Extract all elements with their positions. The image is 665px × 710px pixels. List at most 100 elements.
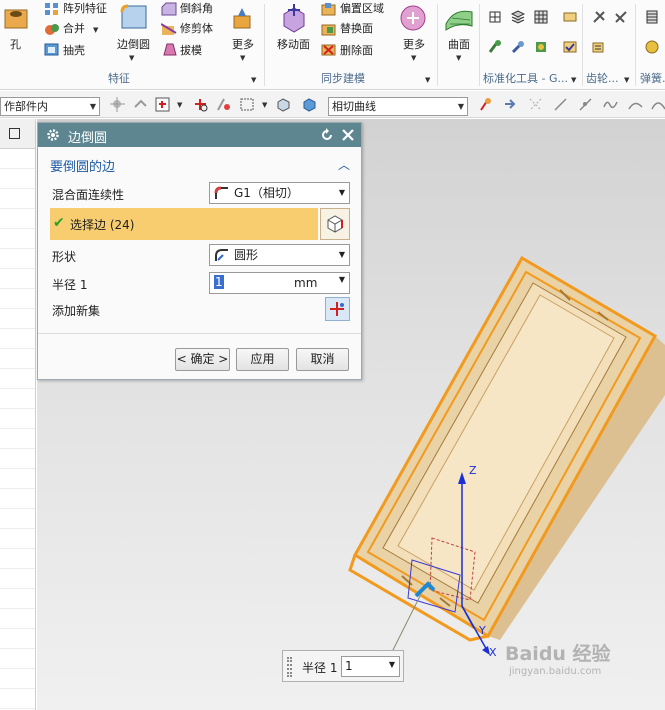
gear-tool-icon[interactable] <box>592 10 606 24</box>
line-point-icon[interactable] <box>578 97 593 112</box>
list-item[interactable] <box>0 389 35 409</box>
list-item[interactable] <box>0 509 35 529</box>
add-set-button[interactable] <box>325 297 350 321</box>
chamfer-label[interactable]: 倒斜角 <box>180 2 213 16</box>
std-layer-icon[interactable] <box>510 10 526 24</box>
list-item[interactable] <box>0 589 35 609</box>
list-item[interactable] <box>0 489 35 509</box>
list-item[interactable] <box>0 569 35 589</box>
edge-blend-icon[interactable] <box>118 2 152 34</box>
shape-dropdown[interactable]: 圆形 ▼ <box>209 244 350 266</box>
curve-icon[interactable] <box>603 97 618 112</box>
std-tool-icon[interactable] <box>511 40 525 54</box>
list-item[interactable] <box>0 409 35 429</box>
sync-more-icon[interactable] <box>398 4 428 32</box>
list-item[interactable] <box>0 689 35 709</box>
feature-more-dropdown-icon[interactable]: ▼ <box>240 54 245 62</box>
pattern-feature-label[interactable]: 阵列特征 <box>63 2 107 16</box>
spring-coil-icon[interactable] <box>645 40 659 54</box>
spline-icon[interactable] <box>628 97 643 112</box>
cancel-button[interactable]: 取消 <box>296 348 349 371</box>
offset-region-label[interactable]: 偏置区域 <box>340 2 384 16</box>
list-item[interactable] <box>0 169 35 189</box>
surface-label[interactable]: 曲面 <box>448 38 470 52</box>
chamfer-icon[interactable] <box>161 2 177 16</box>
apply-button[interactable]: 应用 <box>236 348 289 371</box>
list-item[interactable] <box>0 549 35 569</box>
ok-button[interactable]: < 确定 > <box>175 348 230 371</box>
box-select-dropdown-icon[interactable]: ▼ <box>262 101 267 109</box>
curve-rule-dropdown[interactable]: 相切曲线 ▼ <box>328 97 468 116</box>
surface-dropdown-icon[interactable]: ▼ <box>456 54 461 62</box>
dialog-titlebar[interactable]: 边倒圆 <box>38 123 361 147</box>
std-note-icon[interactable] <box>563 10 577 24</box>
trim-body-icon[interactable] <box>160 22 177 36</box>
unite-dropdown-icon[interactable]: ▼ <box>93 26 98 34</box>
move-face-icon[interactable] <box>278 2 310 34</box>
chevron-down-icon[interactable]: ▼ <box>339 275 345 284</box>
sync-more-dropdown-icon[interactable]: ▼ <box>411 54 416 62</box>
edge-blend-dropdown-icon[interactable]: ▼ <box>129 54 134 62</box>
curve-select-icon[interactable] <box>479 97 494 112</box>
gear-icon[interactable] <box>46 128 60 142</box>
radius-float-input[interactable]: 1 ▼ <box>341 656 400 677</box>
offset-region-icon[interactable] <box>321 2 337 16</box>
intersect-icon[interactable] <box>528 97 543 112</box>
std-fastener-icon[interactable] <box>534 40 548 54</box>
radius-input[interactable]: 1 mm ▼ <box>209 272 350 294</box>
gear-display-icon[interactable] <box>592 40 606 54</box>
std-tools-expand-icon[interactable]: ▼ <box>571 76 576 84</box>
list-item[interactable] <box>0 149 35 169</box>
std-check-icon[interactable] <box>563 40 577 54</box>
move-face-label[interactable]: 移动面 <box>277 38 310 52</box>
shell-label[interactable]: 抽壳 <box>63 44 85 58</box>
selection-scope-dropdown[interactable]: 作部件内 ▼ <box>0 97 100 116</box>
list-item[interactable] <box>0 449 35 469</box>
select-point-icon[interactable] <box>216 97 231 112</box>
gear-edit-icon[interactable] <box>614 10 628 24</box>
list-item[interactable] <box>0 229 35 249</box>
list-item[interactable] <box>0 609 35 629</box>
std-bolt-icon[interactable] <box>488 40 502 54</box>
list-item[interactable] <box>0 429 35 449</box>
replace-face-icon[interactable] <box>321 22 337 36</box>
shell-icon[interactable] <box>44 42 60 56</box>
radius-float-panel[interactable]: 半径 1 1 ▼ <box>282 650 404 682</box>
spring-icon[interactable] <box>645 10 659 24</box>
edge-blend-label[interactable]: 边倒圆 <box>117 38 150 52</box>
feature-more-icon[interactable] <box>228 4 258 32</box>
replace-face-label[interactable]: 替换面 <box>340 22 373 36</box>
list-item[interactable] <box>0 329 35 349</box>
close-icon[interactable] <box>341 128 355 142</box>
body-face-icon[interactable] <box>302 97 317 112</box>
hole-label[interactable]: 孔 <box>10 38 21 52</box>
list-item[interactable] <box>0 209 35 229</box>
drag-handle-icon[interactable] <box>287 657 292 677</box>
list-item[interactable] <box>0 669 35 689</box>
unite-icon[interactable] <box>44 22 60 36</box>
filter-icon[interactable] <box>155 97 170 112</box>
part-navigator[interactable] <box>0 119 36 710</box>
line-icon[interactable] <box>553 97 568 112</box>
unite-label[interactable]: 合并 <box>63 22 85 36</box>
draft-icon[interactable] <box>161 42 177 56</box>
list-item[interactable] <box>0 649 35 669</box>
feature-group-expand-icon[interactable]: ▼ <box>251 76 256 84</box>
continuity-dropdown[interactable]: G1（相切） ▼ <box>209 182 350 204</box>
select-edge-button[interactable] <box>320 208 350 240</box>
box-select-icon[interactable] <box>240 97 255 112</box>
list-item[interactable] <box>0 189 35 209</box>
sync-more-label[interactable]: 更多 <box>403 38 425 52</box>
delete-face-label[interactable]: 删除面 <box>340 44 373 58</box>
std-part-icon[interactable] <box>488 10 502 24</box>
trim-body-label[interactable]: 修剪体 <box>180 22 213 36</box>
select-edge-row[interactable]: ✔ 选择边 (24) <box>50 208 318 240</box>
arrow-right-icon[interactable] <box>503 97 518 112</box>
section-edges-title[interactable]: 要倒圆的边 <box>50 156 115 175</box>
arc-icon[interactable] <box>651 97 665 112</box>
list-item[interactable] <box>0 309 35 329</box>
reset-icon[interactable] <box>320 128 334 142</box>
snap-point-icon[interactable] <box>110 97 125 112</box>
list-item[interactable] <box>0 369 35 389</box>
list-item[interactable] <box>0 269 35 289</box>
